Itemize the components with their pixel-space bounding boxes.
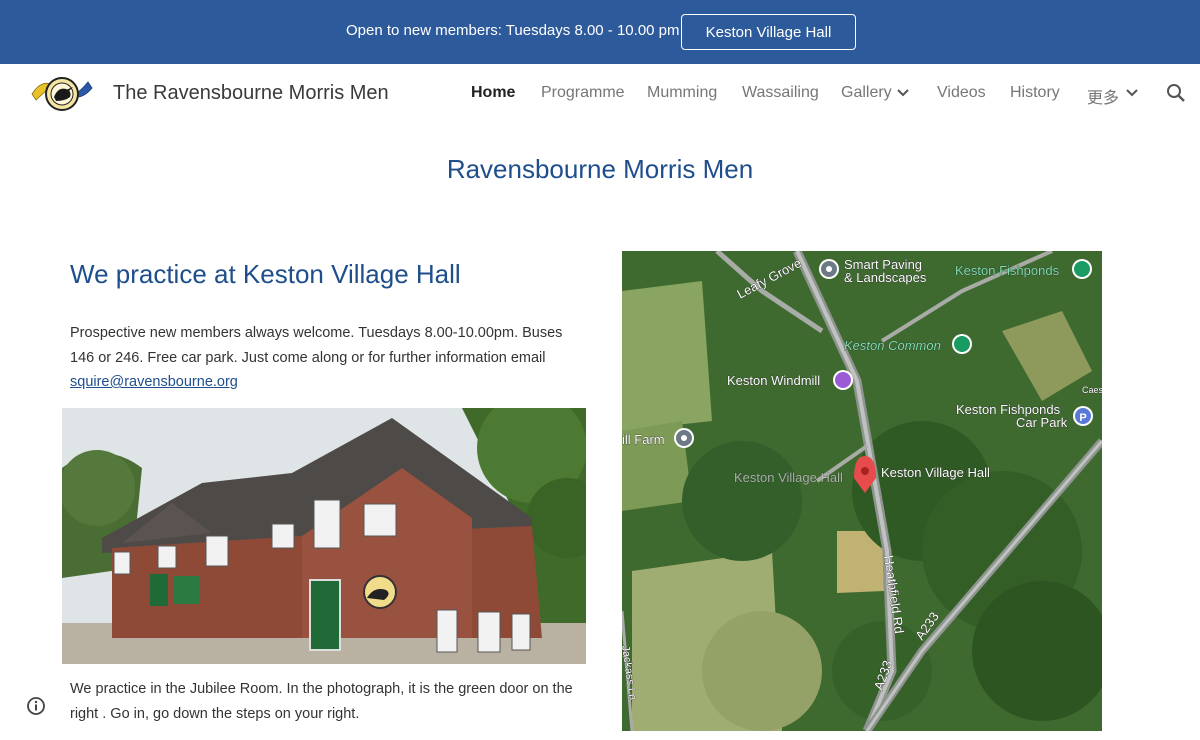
site-header: The Ravensbourne Morris Men Home Program… xyxy=(0,64,1200,122)
announcement-text: Open to new members: Tuesdays 8.00 - 10.… xyxy=(346,22,680,39)
map-label-village-hall: Keston Village Hall xyxy=(881,465,990,480)
map-label-mill-farm: ill Farm xyxy=(622,432,665,447)
email-link[interactable]: squire@ravensbourne.org xyxy=(70,374,238,390)
nav-gallery[interactable]: Gallery xyxy=(841,84,892,102)
ravensbourne-logo-icon[interactable] xyxy=(28,70,96,114)
nav-home[interactable]: Home xyxy=(471,84,515,102)
keston-village-hall-photo xyxy=(62,408,586,664)
map-label-keston-fishponds: Keston Fishponds xyxy=(955,263,1060,278)
location-map[interactable]: P Smart Paving & Landscapes Keston Fishp… xyxy=(622,251,1102,731)
intro-text: Prospective new members always welcome. … xyxy=(70,325,563,366)
chevron-down-icon[interactable] xyxy=(1125,88,1139,98)
page-title: Ravensbourne Morris Men xyxy=(446,154,754,184)
keston-village-hall-button[interactable]: Keston Village Hall xyxy=(681,14,856,50)
nav-videos[interactable]: Videos xyxy=(937,84,986,102)
announcement-banner: Open to new members: Tuesdays 8.00 - 10.… xyxy=(0,0,1200,64)
nav-programme[interactable]: Programme xyxy=(541,84,625,102)
section-heading: We practice at Keston Village Hall xyxy=(70,259,461,289)
map-label-keston-windmill: Keston Windmill xyxy=(727,373,820,388)
map-label-village-hall-faded: Keston Village Hall xyxy=(734,470,843,485)
nav-history[interactable]: History xyxy=(1010,84,1060,102)
map-label-caes: Caes xyxy=(1082,385,1102,395)
info-icon[interactable] xyxy=(26,696,46,716)
map-label-keston-common: Keston Common xyxy=(844,338,941,353)
photo-caption: We practice in the Jubilee Room. In the … xyxy=(70,681,573,722)
intro-paragraph: Prospective new members always welcome. … xyxy=(70,321,570,395)
svg-text:P: P xyxy=(1079,412,1086,424)
map-label-landscapes: & Landscapes xyxy=(844,270,927,285)
nav-wassailing[interactable]: Wassailing xyxy=(742,84,819,102)
search-icon[interactable] xyxy=(1165,82,1187,104)
site-title[interactable]: The Ravensbourne Morris Men xyxy=(113,82,389,105)
chevron-down-icon[interactable] xyxy=(896,88,910,98)
map-label-car-park-2: Car Park xyxy=(1016,415,1068,430)
nav-mumming[interactable]: Mumming xyxy=(647,84,717,102)
nav-more[interactable]: 更多 xyxy=(1087,84,1119,108)
